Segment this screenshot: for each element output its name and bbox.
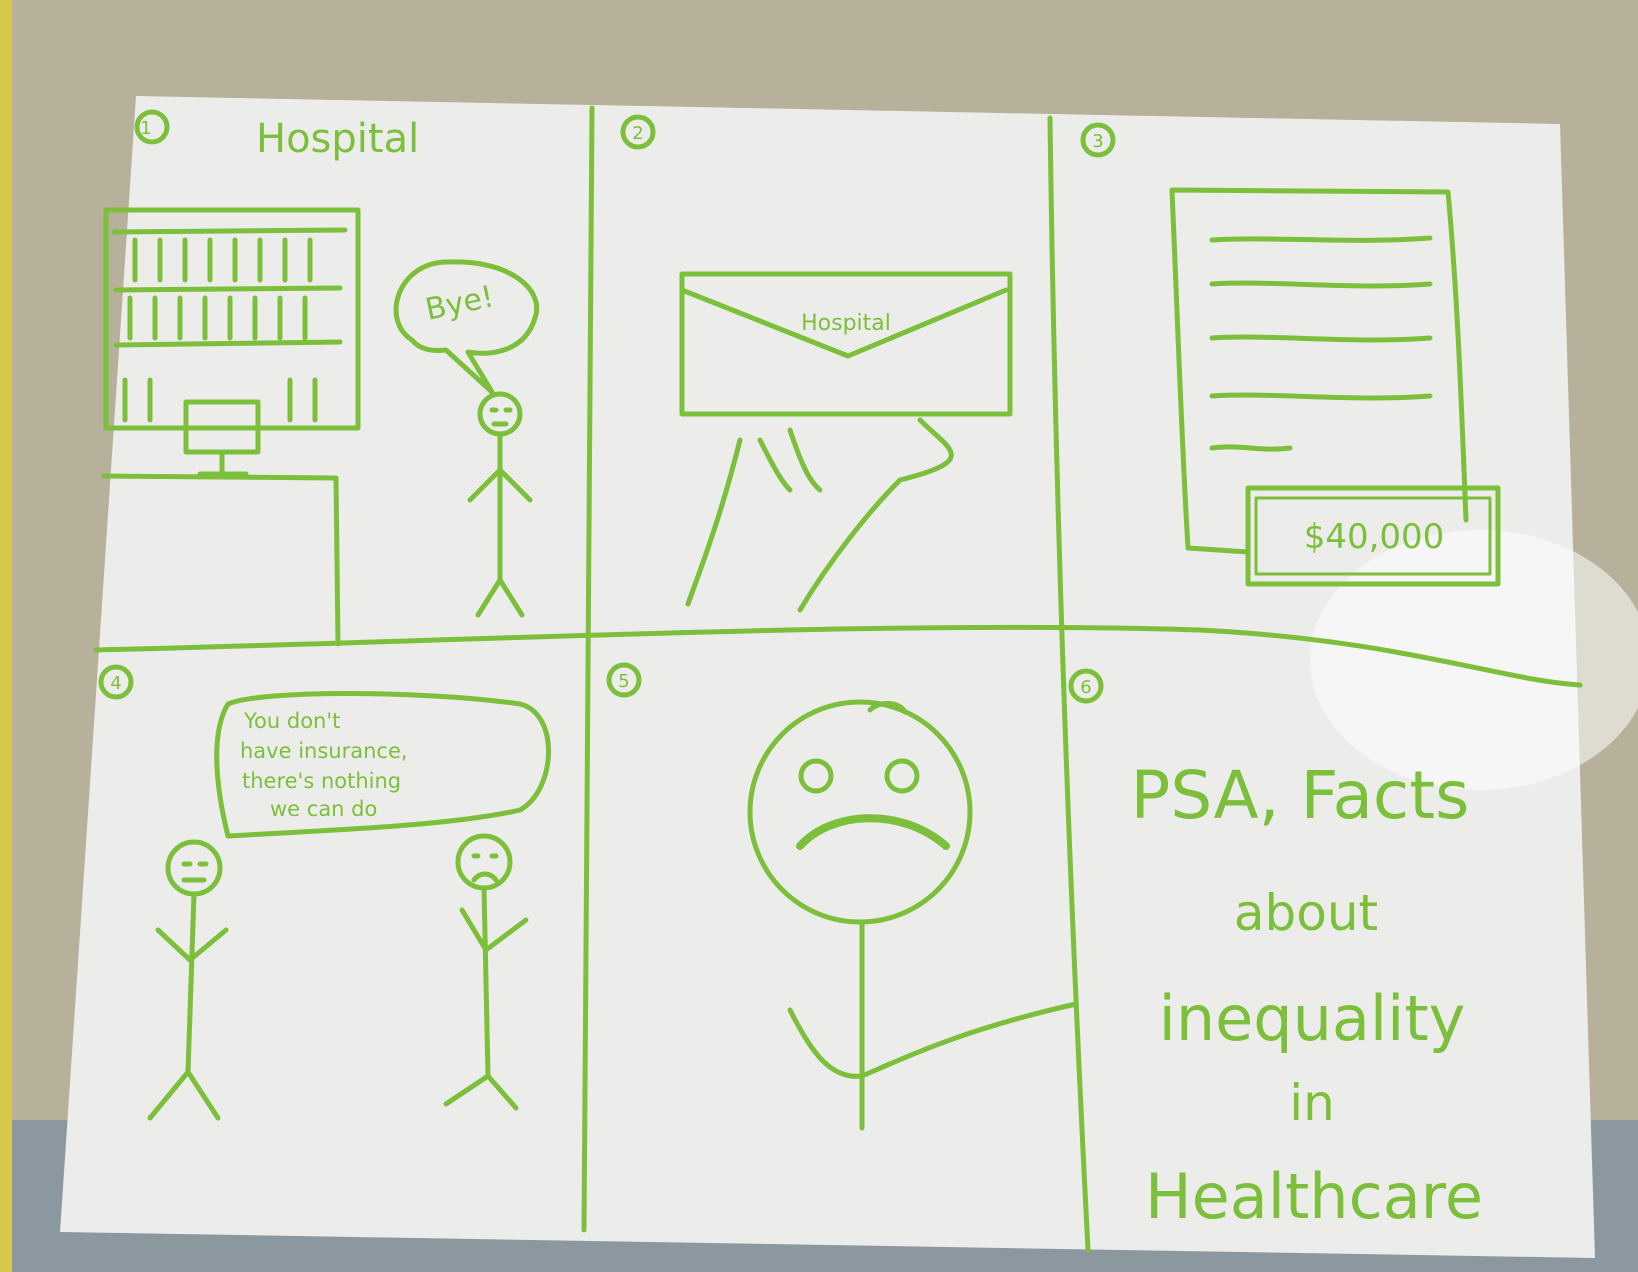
- psa-title-line-3: inequality: [1159, 982, 1466, 1055]
- panel-number-5: 5: [618, 671, 629, 692]
- panel-number-1: 1: [140, 118, 151, 139]
- speech-line-3: there's nothing: [242, 769, 401, 793]
- panel-number-4: 4: [110, 673, 121, 694]
- envelope-label: Hospital: [801, 311, 891, 336]
- psa-title-line-1: PSA, Facts: [1131, 757, 1470, 834]
- psa-title-line-5: Healthcare: [1145, 1160, 1483, 1233]
- bill-amount: $40,000: [1304, 517, 1445, 557]
- panel1-title: Hospital: [256, 116, 419, 162]
- speech-line-2: have insurance,: [240, 739, 408, 763]
- panel-number-3: 3: [1092, 131, 1103, 152]
- speech-line-4: we can do: [270, 797, 377, 821]
- speech-line-1: You don't: [243, 709, 340, 733]
- panel-number-6: 6: [1080, 677, 1091, 698]
- storyboard-photo: 1 2 3 4 5 6 Hospital Bye! Hospital $40,0…: [0, 0, 1638, 1272]
- glare: [1310, 530, 1638, 790]
- psa-title-line-2: about: [1234, 884, 1378, 942]
- panel-number-2: 2: [632, 123, 643, 144]
- psa-title-line-4: in: [1289, 1074, 1335, 1132]
